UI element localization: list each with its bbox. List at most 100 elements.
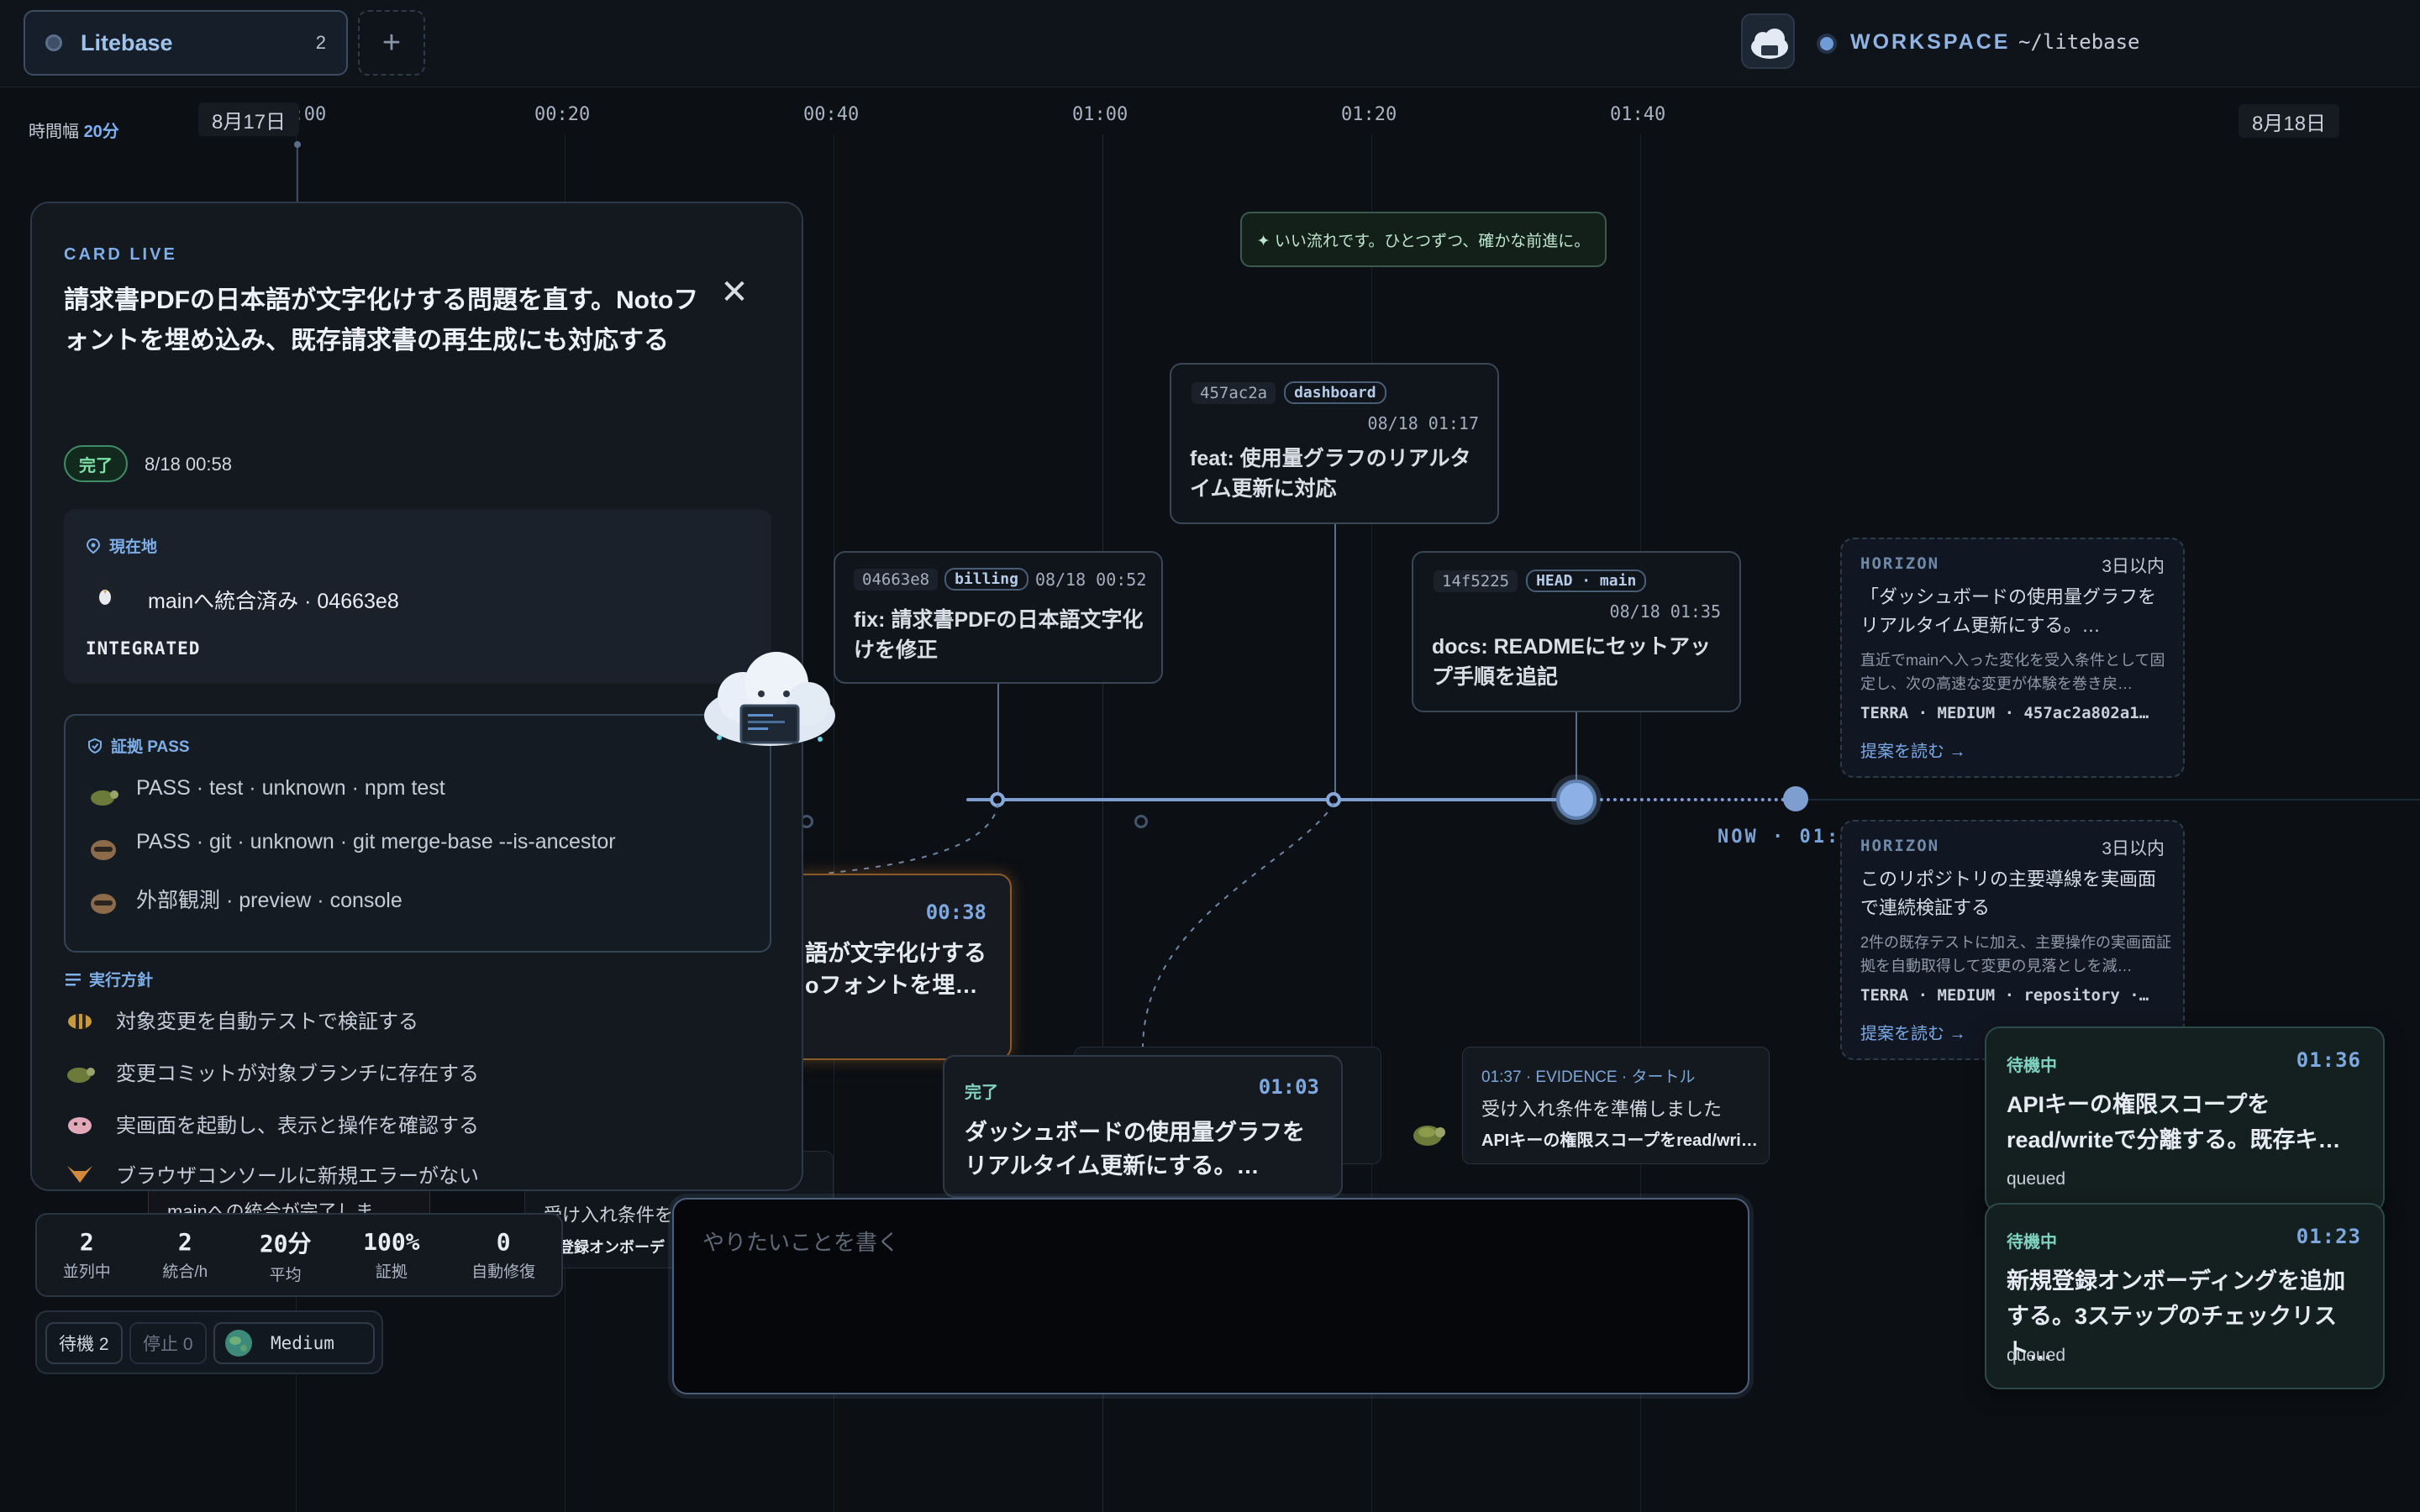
commit-sha: 14f5225 [1434, 570, 1518, 592]
axolotl-icon [68, 1117, 92, 1134]
composer-input[interactable] [702, 1230, 1711, 1256]
workspace-status-dot [1817, 34, 1837, 54]
task-card-invoice[interactable]: 00:38 語が文字化けする oフォントを埋… [790, 874, 1012, 1060]
horizon-card[interactable]: HORIZON 3日以内 このリポジトリの主要導線を実画面で連続検証する 2件の… [1840, 820, 2185, 1060]
axis-marker [294, 141, 301, 148]
stat-evidence: 100% 証拠 [363, 1228, 419, 1282]
axis-marker-stem [297, 148, 298, 203]
read-proposal-link[interactable]: 提案を読む → [1860, 1020, 1966, 1044]
evidence-label: 証拠 PASS [111, 738, 190, 756]
commit-card-billing[interactable]: 04663e8 billing 08/18 00:52 fix: 請求書PDFの… [834, 551, 1163, 684]
turtle-icon [91, 790, 118, 806]
location-state: INTEGRATED [86, 638, 201, 659]
cloud-icon [704, 652, 835, 746]
evidence-item: 外部観測 · preview · console [136, 889, 402, 912]
queued-task-card[interactable]: 待機中 01:23 新規登録オンボーディングを追加する。3ステップのチェックリス… [1985, 1203, 2385, 1389]
queued-task-card[interactable]: 待機中 01:36 APIキーの権限スコープをread/writeで分離する。既… [1985, 1026, 2385, 1213]
branch-badge: dashboard [1284, 381, 1386, 404]
task-title: ダッシュボードの使用量グラフをリアルタイム更新にする。… [965, 1120, 1305, 1179]
turtle-icon [67, 1068, 95, 1083]
axis-tick: 00:20 [534, 104, 591, 125]
evidence-card[interactable]: 01:37 · EVIDENCE · タートル 受け入れ条件を準備しました AP… [1462, 1047, 1770, 1164]
location-box: 現在地 mainへ統合済み · 04663e8 INTEGRATED [64, 509, 771, 684]
stat-value: 2 [79, 1228, 94, 1256]
horizon-description: 2件の既存テストに加え、主要操作の実画面証拠を自動取得して変更の見落としを減… [1860, 934, 2172, 974]
stat-label: 並列中 [62, 1263, 111, 1281]
time-span-control[interactable]: 時間幅 20分 [29, 118, 119, 142]
queue-time: 01:23 [2296, 1225, 2361, 1248]
status-pills: 待機 2 停止 0 Medium [35, 1310, 383, 1374]
task-title-line: oフォントを埋… [805, 973, 978, 998]
list-icon [66, 973, 81, 985]
status-badge: 完了 [64, 445, 128, 482]
task-title: 語が文字化けする oフォントを埋… [805, 937, 1007, 1001]
raccoon-icon [91, 840, 116, 860]
bee-avatar [60, 1003, 99, 1037]
tab-status-dot [45, 34, 62, 51]
workspace-label: WORKSPACE [1850, 30, 2011, 54]
model-selector[interactable]: Medium [213, 1322, 375, 1364]
card-detail-panel: CARD LIVE 請求書PDFの日本語が文字化けする問題を直す。Notoフォン… [30, 202, 803, 1191]
task-time: 00:38 [925, 900, 986, 924]
commit-card-dashboard[interactable]: 457ac2a dashboard 08/18 01:17 feat: 使用量グ… [1170, 363, 1499, 524]
axolotl-avatar [60, 1107, 99, 1141]
turtle-avatar [1408, 1114, 1447, 1152]
commit-stem [997, 684, 999, 798]
bee-icon [68, 1014, 92, 1029]
queue-title: APIキーの権限スコープをread/writeで分離する。既存キ… [2007, 1092, 2341, 1152]
waiting-pill[interactable]: 待機 2 [45, 1322, 123, 1364]
plan-item: 実画面を起動し、表示と操作を確認する [116, 1115, 479, 1137]
stats-bar: 2 並列中 2 統合/h 20分 平均 100% 証拠 0 自動修復 [35, 1213, 563, 1297]
horizon-title: 「ダッシュボードの使用量グラフをリアルタイム更新にする。… [1860, 586, 2157, 636]
close-icon[interactable]: ✕ [709, 267, 760, 318]
commit-card-head[interactable]: 14f5225 HEAD · main 08/18 01:35 docs: RE… [1412, 551, 1741, 712]
stat-label: 証拠 [375, 1263, 408, 1281]
stat-average: 20分 平均 [260, 1226, 312, 1285]
turtle-icon [1413, 1126, 1445, 1146]
stat-label: 平均 [269, 1266, 302, 1284]
timeline-head-node[interactable] [1556, 780, 1597, 820]
model-label: Medium [271, 1333, 334, 1353]
commit-title: feat: 使用量グラフのリアルタイム更新に対応 [1190, 447, 1471, 501]
axis-tick: 01:00 [1072, 104, 1128, 125]
task-card-dashboard[interactable]: 完了 01:03 ダッシュボードの使用量グラフをリアルタイム更新にする。… [943, 1055, 1343, 1198]
accept-note: 受け入れ条件を準 [544, 1205, 692, 1226]
time-span-value: 20分 [83, 123, 119, 141]
pin-icon [86, 538, 101, 554]
shield-icon [88, 738, 102, 753]
queue-state: 待機中 [2007, 1057, 2057, 1075]
globe-icon [225, 1330, 252, 1357]
location-label: 現在地 [109, 538, 158, 556]
evidence-line: 受け入れ条件を準備しました [1481, 1099, 1723, 1120]
task-state: 完了 [965, 1084, 998, 1102]
add-tab-button[interactable]: + [358, 10, 425, 76]
horizon-card[interactable]: HORIZON 3日以内 「ダッシュボードの使用量グラフをリアルタイム更新にする… [1840, 538, 2185, 778]
stopped-pill[interactable]: 停止 0 [129, 1322, 207, 1364]
task-composer[interactable] [672, 1198, 1749, 1394]
stat-value: 100% [363, 1228, 420, 1256]
commit-stem [1334, 524, 1336, 798]
horizon-meta: TERRA · MEDIUM · repository ·… [1860, 986, 2149, 1005]
evidence-meta: 01:37 · EVIDENCE · タートル [1481, 1068, 1696, 1086]
cloud-icon [1751, 29, 1788, 59]
encouragement-toast: ✦ いい流れです。ひとつずつ、確かな前進に。 [1240, 212, 1607, 267]
tab-litebase[interactable]: Litebase 2 [24, 10, 348, 76]
evidence-item: PASS · test · unknown · npm test [136, 776, 445, 800]
horizon-meta: TERRA · MEDIUM · 457ac2a802a1… [1860, 704, 2149, 722]
turtle-avatar [84, 778, 123, 811]
axis-tick: 00:40 [803, 104, 860, 125]
read-proposal-link[interactable]: 提案を読む → [1860, 738, 1966, 762]
workspace-avatar[interactable] [1741, 13, 1795, 69]
plan-label: 実行方針 [89, 972, 154, 990]
plan-item: 対象変更を自動テストで検証する [116, 1011, 418, 1033]
commit-sha: 457ac2a [1192, 381, 1276, 404]
end-date-chip: 8月18日 [2238, 104, 2340, 138]
task-title-line: 語が文字化けする [805, 941, 986, 966]
raccoon-avatar [84, 885, 123, 919]
horizon-title: このリポジトリの主要導線を実画面で連続検証する [1860, 869, 2157, 918]
horizon-description: 直近でmainへ入った変化を受入条件として固定し、次の高速な変更が体験を巻き戻… [1860, 652, 2165, 692]
tab-label: Litebase [81, 29, 173, 55]
commit-sha: 04663e8 [854, 568, 939, 591]
status-date: 8/18 00:58 [145, 454, 232, 475]
stat-value: 0 [496, 1228, 511, 1256]
